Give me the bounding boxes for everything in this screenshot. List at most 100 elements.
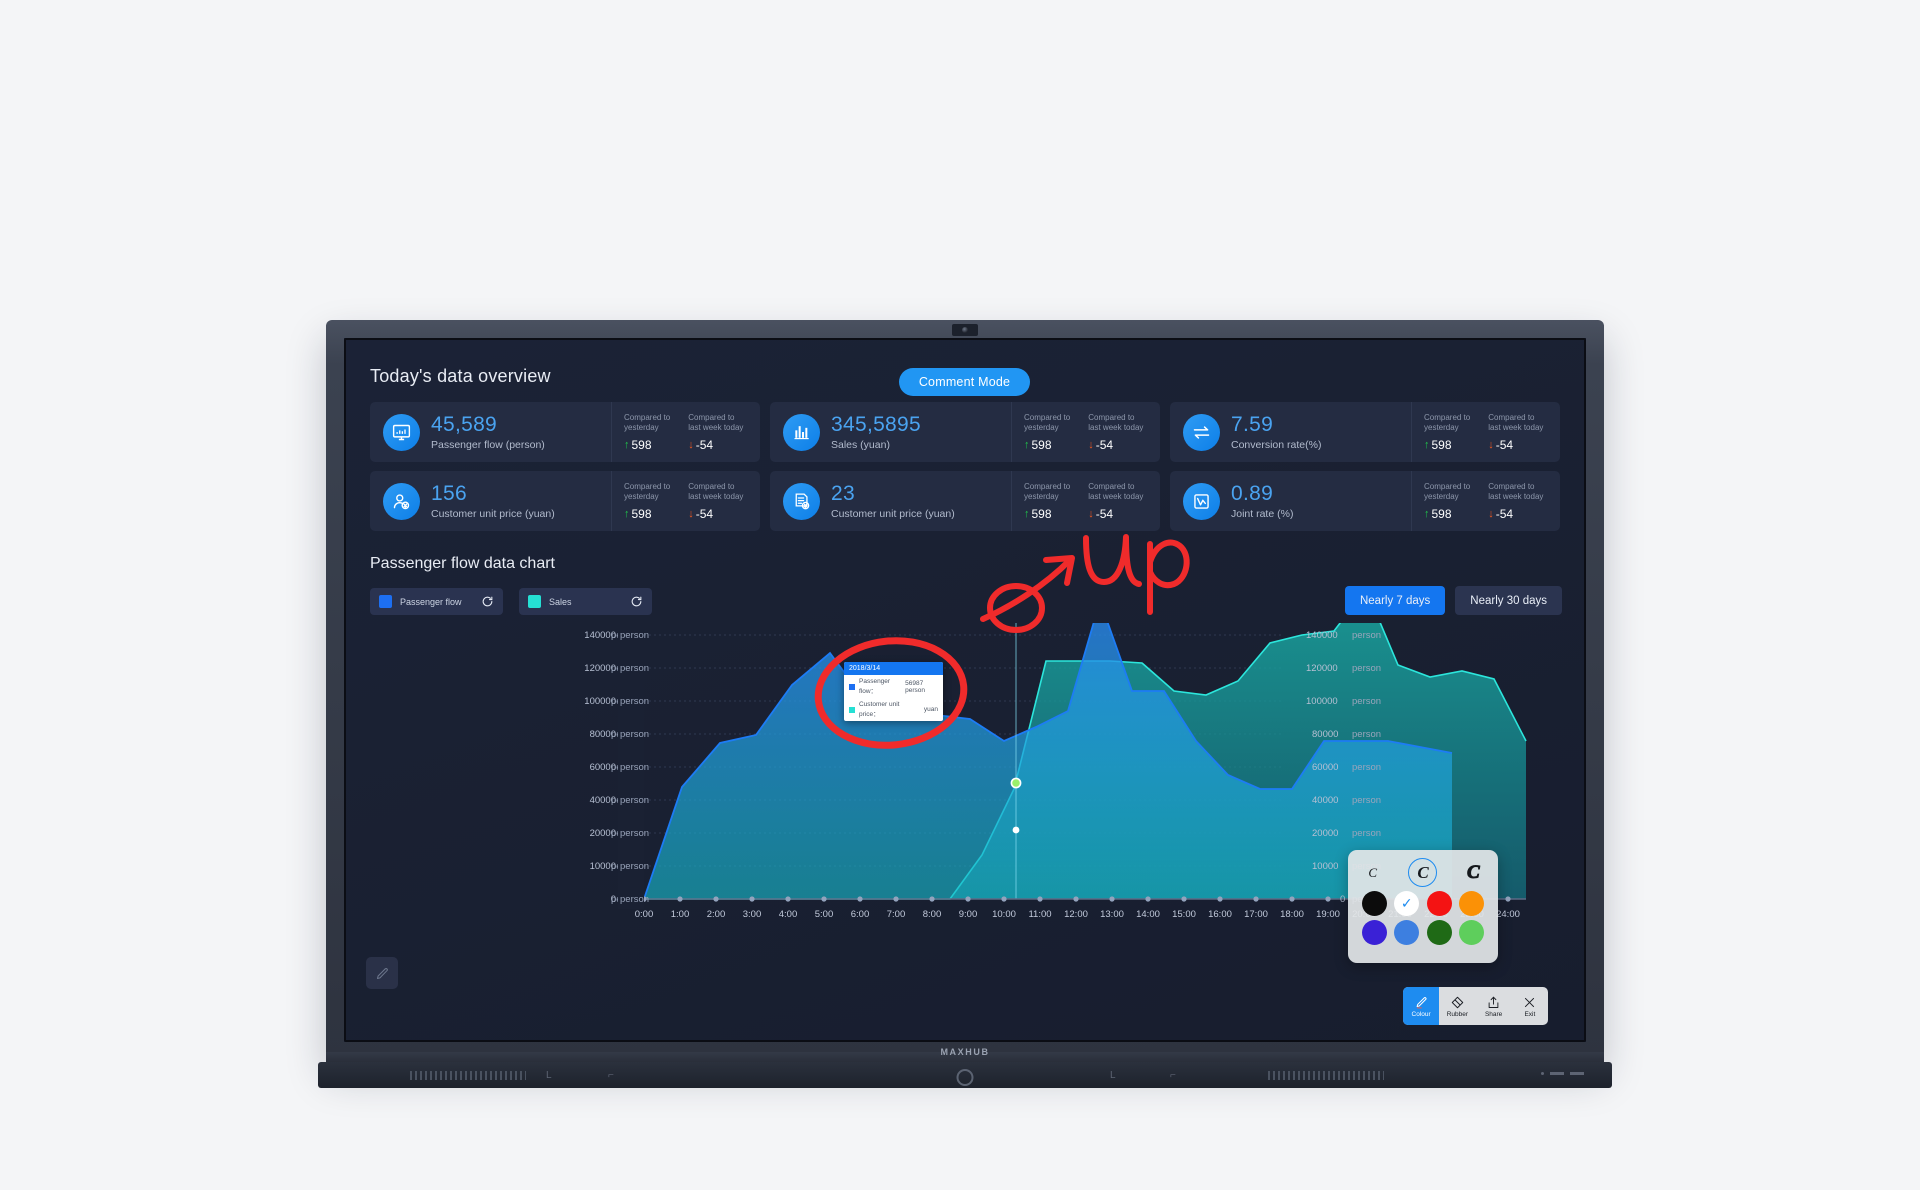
arrow-down-icon: ↓	[688, 507, 694, 520]
svg-text:person: person	[1352, 828, 1381, 839]
bar-chart-icon	[783, 413, 820, 451]
refresh-icon[interactable]	[630, 595, 643, 608]
stat-card-main: 156 Customer unit price (yuan)	[370, 471, 612, 531]
colour-palette-popup[interactable]: C C C ✓	[1348, 850, 1498, 963]
svg-text:person: person	[1352, 696, 1381, 707]
stat-value: 156	[431, 481, 467, 505]
legend-item-sales[interactable]: Sales	[519, 588, 652, 615]
svg-text:person: person	[620, 729, 649, 740]
comparison-value: ↑ 598	[1024, 438, 1052, 452]
arrow-up-icon: ↑	[1024, 507, 1030, 520]
stat-card-joint-rate[interactable]: 0.89 Joint rate (%) Compared to yesterda…	[1170, 471, 1560, 531]
tooltip-swatch	[849, 683, 855, 690]
comparison-label-line1: Compared to	[1488, 481, 1535, 491]
ink-arrow	[980, 557, 1073, 622]
comparison-yesterday: Compared to yesterday ↑ 598	[1424, 482, 1470, 521]
comparison-value: ↓ -54	[1088, 438, 1113, 452]
colour-swatch-light-green[interactable]	[1459, 920, 1485, 945]
svg-text:person: person	[1352, 729, 1381, 740]
stat-comparisons: Compared to yesterday ↑ 598 Compared to l…	[612, 471, 760, 531]
svg-text:9:00: 9:00	[959, 909, 978, 920]
page-title: Today's data overview	[370, 366, 551, 386]
svg-text:10000: 10000	[1312, 861, 1338, 872]
svg-text:16:00: 16:00	[1208, 909, 1232, 920]
colour-swatch-indigo[interactable]	[1361, 920, 1387, 945]
comparison-number: 598	[631, 437, 652, 452]
stat-value: 0.89	[1231, 481, 1274, 505]
comparison-number: -54	[1095, 506, 1114, 521]
colour-swatch-blue[interactable]	[1394, 920, 1420, 945]
svg-text:18:00: 18:00	[1280, 909, 1304, 920]
range-button-nearly-30-days[interactable]: Nearly 30 days	[1455, 586, 1562, 615]
range-button-nearly-7-days[interactable]: Nearly 7 days	[1344, 586, 1446, 615]
svg-text:5:00: 5:00	[815, 909, 834, 920]
stroke-width-thick-button[interactable]: C	[1460, 859, 1487, 886]
bezel-mark-left-2: ⌐	[608, 1070, 614, 1081]
comparison-label-line1: Compared to	[1088, 481, 1135, 491]
toolbar-label: Share	[1484, 1010, 1503, 1018]
ink-text-u	[1083, 534, 1142, 587]
comparison-label-line2: yesterday	[624, 491, 659, 501]
stat-comparisons: Compared to yesterday ↑ 598 Compared to l…	[612, 402, 760, 462]
comparison-label-line2: last week today	[1088, 422, 1144, 432]
stat-card-passenger-flow[interactable]: 45,589 Passenger flow (person) Compared …	[370, 402, 760, 462]
comparison-label-line1: Compared to	[688, 481, 735, 491]
stat-value: 23	[831, 481, 855, 505]
stroke-width-medium-button[interactable]: C	[1408, 858, 1438, 887]
legend-item-passenger-flow[interactable]: Passenger flow	[370, 588, 503, 615]
svg-text:person: person	[1352, 630, 1381, 641]
comment-mode-button[interactable]: Comment Mode	[899, 368, 1030, 396]
comparison-value: ↑ 598	[1424, 507, 1452, 521]
power-button[interactable]	[956, 1069, 974, 1086]
svg-text:140000: 140000	[1306, 630, 1338, 641]
stat-card-main: 0.89 Joint rate (%)	[1170, 471, 1412, 531]
stat-card-customer-unit-price[interactable]: 156 Customer unit price (yuan) Compared …	[370, 471, 760, 531]
comparison-label-line1: Compared to	[688, 412, 735, 422]
svg-text:4:00: 4:00	[779, 909, 798, 920]
stat-label: Passenger flow (person)	[431, 438, 545, 451]
stat-card-main: 23 Customer unit price (yuan)	[770, 471, 1012, 531]
display-bezel: Today's data overview Comment Mode 45,58…	[326, 320, 1604, 1064]
arrow-down-icon: ↓	[1488, 438, 1494, 451]
svg-text:14:00: 14:00	[1136, 909, 1160, 920]
arrow-down-icon: ↓	[1088, 438, 1094, 451]
interactive-display: Today's data overview Comment Mode 45,58…	[318, 320, 1612, 1088]
arrow-up-icon: ↑	[1424, 438, 1430, 451]
pencil-tool-button[interactable]	[366, 957, 398, 989]
comparison-label-line1: Compared to	[1424, 412, 1471, 422]
svg-text:13:00: 13:00	[1100, 909, 1124, 920]
comparison-label-line1: Compared to	[1024, 481, 1071, 491]
stat-label: Customer unit price (yuan)	[831, 507, 955, 520]
user-money-icon	[383, 482, 420, 520]
colour-swatch-white[interactable]: ✓	[1394, 891, 1420, 916]
stat-card-sales[interactable]: 345,5895 Sales (yuan) Compared to yester…	[770, 402, 1160, 462]
comparison-value: ↑ 598	[624, 438, 652, 452]
toolbar-colour-button[interactable]: Colour	[1403, 987, 1440, 1025]
share-icon	[1488, 996, 1499, 1008]
comparison-number: 598	[1031, 506, 1052, 521]
svg-text:0:00: 0:00	[635, 909, 654, 920]
stat-card-order-count[interactable]: 23 Customer unit price (yuan) Compared t…	[770, 471, 1160, 531]
comparison-label-line1: Compared to	[1424, 481, 1471, 491]
stroke-width-thin-button[interactable]: C	[1359, 859, 1386, 886]
arrow-up-icon: ↑	[1424, 507, 1430, 520]
bezel-mark-right: L	[1110, 1070, 1116, 1081]
refresh-icon[interactable]	[481, 595, 494, 608]
stat-card-conversion-rate[interactable]: 7.59 Conversion rate(%) Compared to yest…	[1170, 402, 1560, 462]
colour-swatch-black[interactable]	[1361, 891, 1387, 916]
toolbar-exit-button[interactable]: Exit	[1512, 987, 1548, 1025]
colour-swatch-red[interactable]	[1426, 891, 1452, 916]
chart-highlight-point-sales	[1010, 777, 1022, 789]
stat-label: Sales (yuan)	[831, 438, 890, 451]
colour-swatch-dark-green[interactable]	[1426, 920, 1452, 945]
colour-swatch-orange[interactable]	[1459, 891, 1485, 916]
toolbar-rubber-button[interactable]: Rubber	[1439, 987, 1475, 1025]
brand-logo: MAXHUB	[940, 1047, 990, 1057]
tooltip-label: Customer unit price：	[859, 701, 900, 718]
comparison-number: 598	[631, 506, 652, 521]
toolbar-share-button[interactable]: Share	[1476, 987, 1512, 1025]
annotation-toolbar: Colour Rubber Share Exit	[1403, 987, 1548, 1025]
comparison-label-line2: last week today	[1488, 422, 1544, 432]
svg-text:24:00: 24:00	[1496, 909, 1520, 920]
legend-label: Sales	[549, 596, 572, 607]
